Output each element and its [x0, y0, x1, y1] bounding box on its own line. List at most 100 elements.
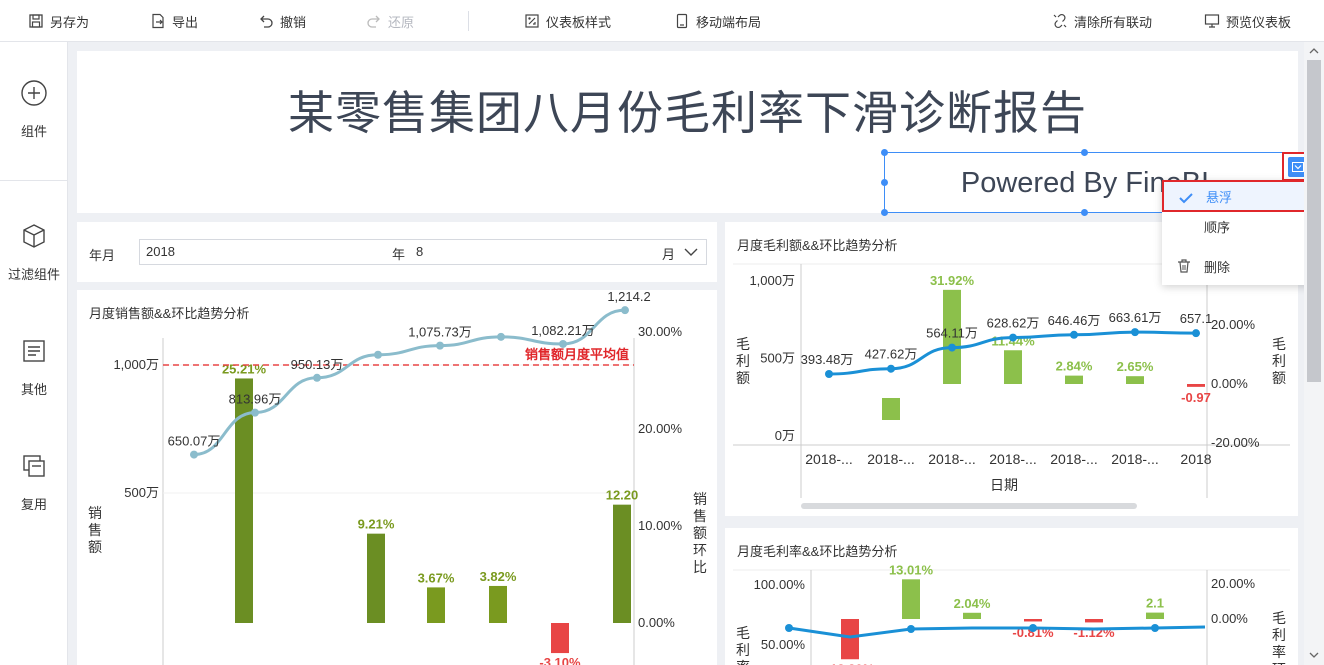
- undo-button[interactable]: 撤销: [258, 0, 306, 42]
- resize-handle[interactable]: [1081, 209, 1088, 216]
- bar: [1085, 619, 1103, 623]
- bar: [841, 619, 859, 660]
- filter-panel: 年月 2018 年 8 月: [77, 222, 717, 282]
- context-menu: 悬浮 顺序 删除: [1162, 180, 1304, 285]
- unlink-icon: [1053, 13, 1067, 29]
- y-axis-title: 售: [88, 522, 102, 538]
- vertical-scrollbar[interactable]: [1304, 42, 1324, 665]
- menu-item-order[interactable]: 顺序: [1162, 210, 1304, 242]
- top-toolbar: 另存为 导出 撤销 还原 仪表板样式 移动端布局 清除所有联动 预览仪表板: [0, 0, 1324, 42]
- y2-axis-title: 毛: [1272, 610, 1286, 626]
- line-point: [251, 408, 259, 417]
- x-tick-label: 2018-...: [1111, 451, 1158, 467]
- mobile-layout-label: 移动端布局: [696, 14, 762, 30]
- y-axis-title: 利: [736, 642, 750, 658]
- resize-handle[interactable]: [881, 149, 888, 156]
- sidebar-item-components[interactable]: 组件: [0, 79, 68, 140]
- palette-icon: [525, 14, 539, 28]
- dashboard-style-button[interactable]: 仪表板样式: [524, 0, 611, 42]
- y2-axis-title: 利: [1272, 353, 1286, 369]
- menu-item-float[interactable]: 悬浮: [1162, 180, 1304, 212]
- bar: [963, 612, 981, 619]
- line-data-label: 1,214.2: [607, 290, 650, 304]
- scroll-down-icon[interactable]: [1309, 650, 1319, 660]
- line-point: [887, 364, 895, 373]
- resize-handle[interactable]: [881, 179, 888, 186]
- y2-tick-label: 10.00%: [638, 518, 683, 533]
- undo-label: 撤销: [280, 14, 307, 30]
- bar: [1187, 384, 1205, 387]
- sidebar-divider: [0, 180, 68, 181]
- line-point: [948, 343, 956, 352]
- mobile-layout-button[interactable]: 移动端布局: [674, 0, 761, 42]
- menu-item-delete[interactable]: 删除: [1162, 250, 1304, 282]
- y2-axis-title: 额: [693, 525, 707, 541]
- line-point: [1070, 330, 1078, 339]
- line-data-label: 393.48万: [801, 352, 854, 367]
- chevron-down-icon: [1292, 161, 1304, 172]
- year-month-select[interactable]: 2018 年 8 月: [139, 239, 707, 265]
- left-sidebar: 组件 过滤组件 其他 复用: [0, 42, 68, 665]
- line-point: [907, 625, 915, 633]
- x-tick-label: 2018-...: [867, 451, 914, 467]
- y-tick-label: 1,000万: [749, 273, 795, 288]
- save-as-label: 另存为: [50, 14, 90, 30]
- gross-margin-rate-chart-panel[interactable]: 月度毛利率&&环比趋势分析 100.00% 50.00% 20.00% 0.00% 毛利…: [725, 528, 1298, 665]
- sidebar-item-other[interactable]: 其他: [0, 337, 68, 398]
- bar-data-label: 25.21%: [222, 361, 267, 376]
- y2-axis-title: 比: [693, 559, 707, 575]
- cube-icon: [23, 224, 45, 248]
- line-point: [313, 373, 321, 382]
- y2-tick-label: 0.00%: [638, 615, 675, 630]
- redo-icon: [367, 15, 380, 28]
- line-data-label: 1,082.21万: [531, 323, 595, 338]
- bar-data-label: 12.20: [606, 488, 639, 503]
- sidebar-item-reuse[interactable]: 复用: [0, 452, 68, 513]
- y-tick-label: 500万: [760, 351, 795, 366]
- bar-data-label: -0.97: [1181, 390, 1211, 405]
- resize-handle[interactable]: [881, 209, 888, 216]
- redo-label: 还原: [388, 14, 415, 30]
- y2-tick-label: 20.00%: [1211, 317, 1256, 332]
- x-tick-label: 2018: [1180, 451, 1211, 467]
- y2-tick-label: 30.00%: [638, 324, 683, 339]
- save-icon: [29, 14, 43, 28]
- line-point: [1151, 624, 1159, 632]
- y2-axis-title: 利: [1272, 627, 1286, 643]
- copy-icon: [23, 455, 45, 477]
- line-point: [559, 339, 567, 348]
- bar-data-label: 2.65%: [1117, 359, 1154, 374]
- bar: [902, 579, 920, 619]
- bar-data-label: 2.04%: [954, 596, 991, 611]
- sales-chart-panel[interactable]: 月度销售额&&环比趋势分析 1,500万1,000万500万30.00%20.0…: [77, 290, 717, 665]
- preview-button[interactable]: 预览仪表板: [1204, 0, 1291, 42]
- sidebar-item-filter[interactable]: 过滤组件: [0, 222, 68, 283]
- y-axis-title: 利: [736, 353, 750, 369]
- clear-links-button[interactable]: 清除所有联动: [1052, 0, 1152, 42]
- line-point: [374, 350, 382, 359]
- y2-axis-title: 额: [1272, 370, 1286, 386]
- y-tick-label: 100.00%: [754, 577, 806, 592]
- year-value: 2018: [146, 244, 175, 259]
- resize-handle[interactable]: [1081, 149, 1088, 156]
- sidebar-item-label: 组件: [20, 124, 47, 139]
- line-data-label: 427.62万: [865, 347, 918, 362]
- check-icon: [1179, 193, 1193, 204]
- scroll-up-icon[interactable]: [1309, 46, 1319, 56]
- widget-menu-button[interactable]: [1282, 152, 1304, 181]
- y-axis-title: 额: [88, 539, 102, 555]
- export-button[interactable]: 导出: [150, 0, 198, 42]
- chevron-down-icon[interactable]: [684, 247, 698, 257]
- line-point: [436, 341, 444, 350]
- y-axis-title: 额: [736, 370, 750, 386]
- menu-item-label: 顺序: [1204, 219, 1231, 235]
- scrollbar-thumb[interactable]: [1307, 60, 1321, 382]
- redo-button[interactable]: 还原: [366, 0, 414, 42]
- line-data-label: 950.13万: [291, 357, 344, 372]
- gross-margin-rate-chart: 100.00%50.00%20.00%0.00%毛利率毛利率环比-13.20%1…: [733, 562, 1290, 665]
- y2-tick-label: 20.00%: [1211, 576, 1256, 591]
- line-point: [621, 306, 629, 315]
- save-as-button[interactable]: 另存为: [28, 0, 89, 42]
- year-unit: 年: [392, 247, 406, 262]
- x-tick-label: 2018-...: [805, 451, 852, 467]
